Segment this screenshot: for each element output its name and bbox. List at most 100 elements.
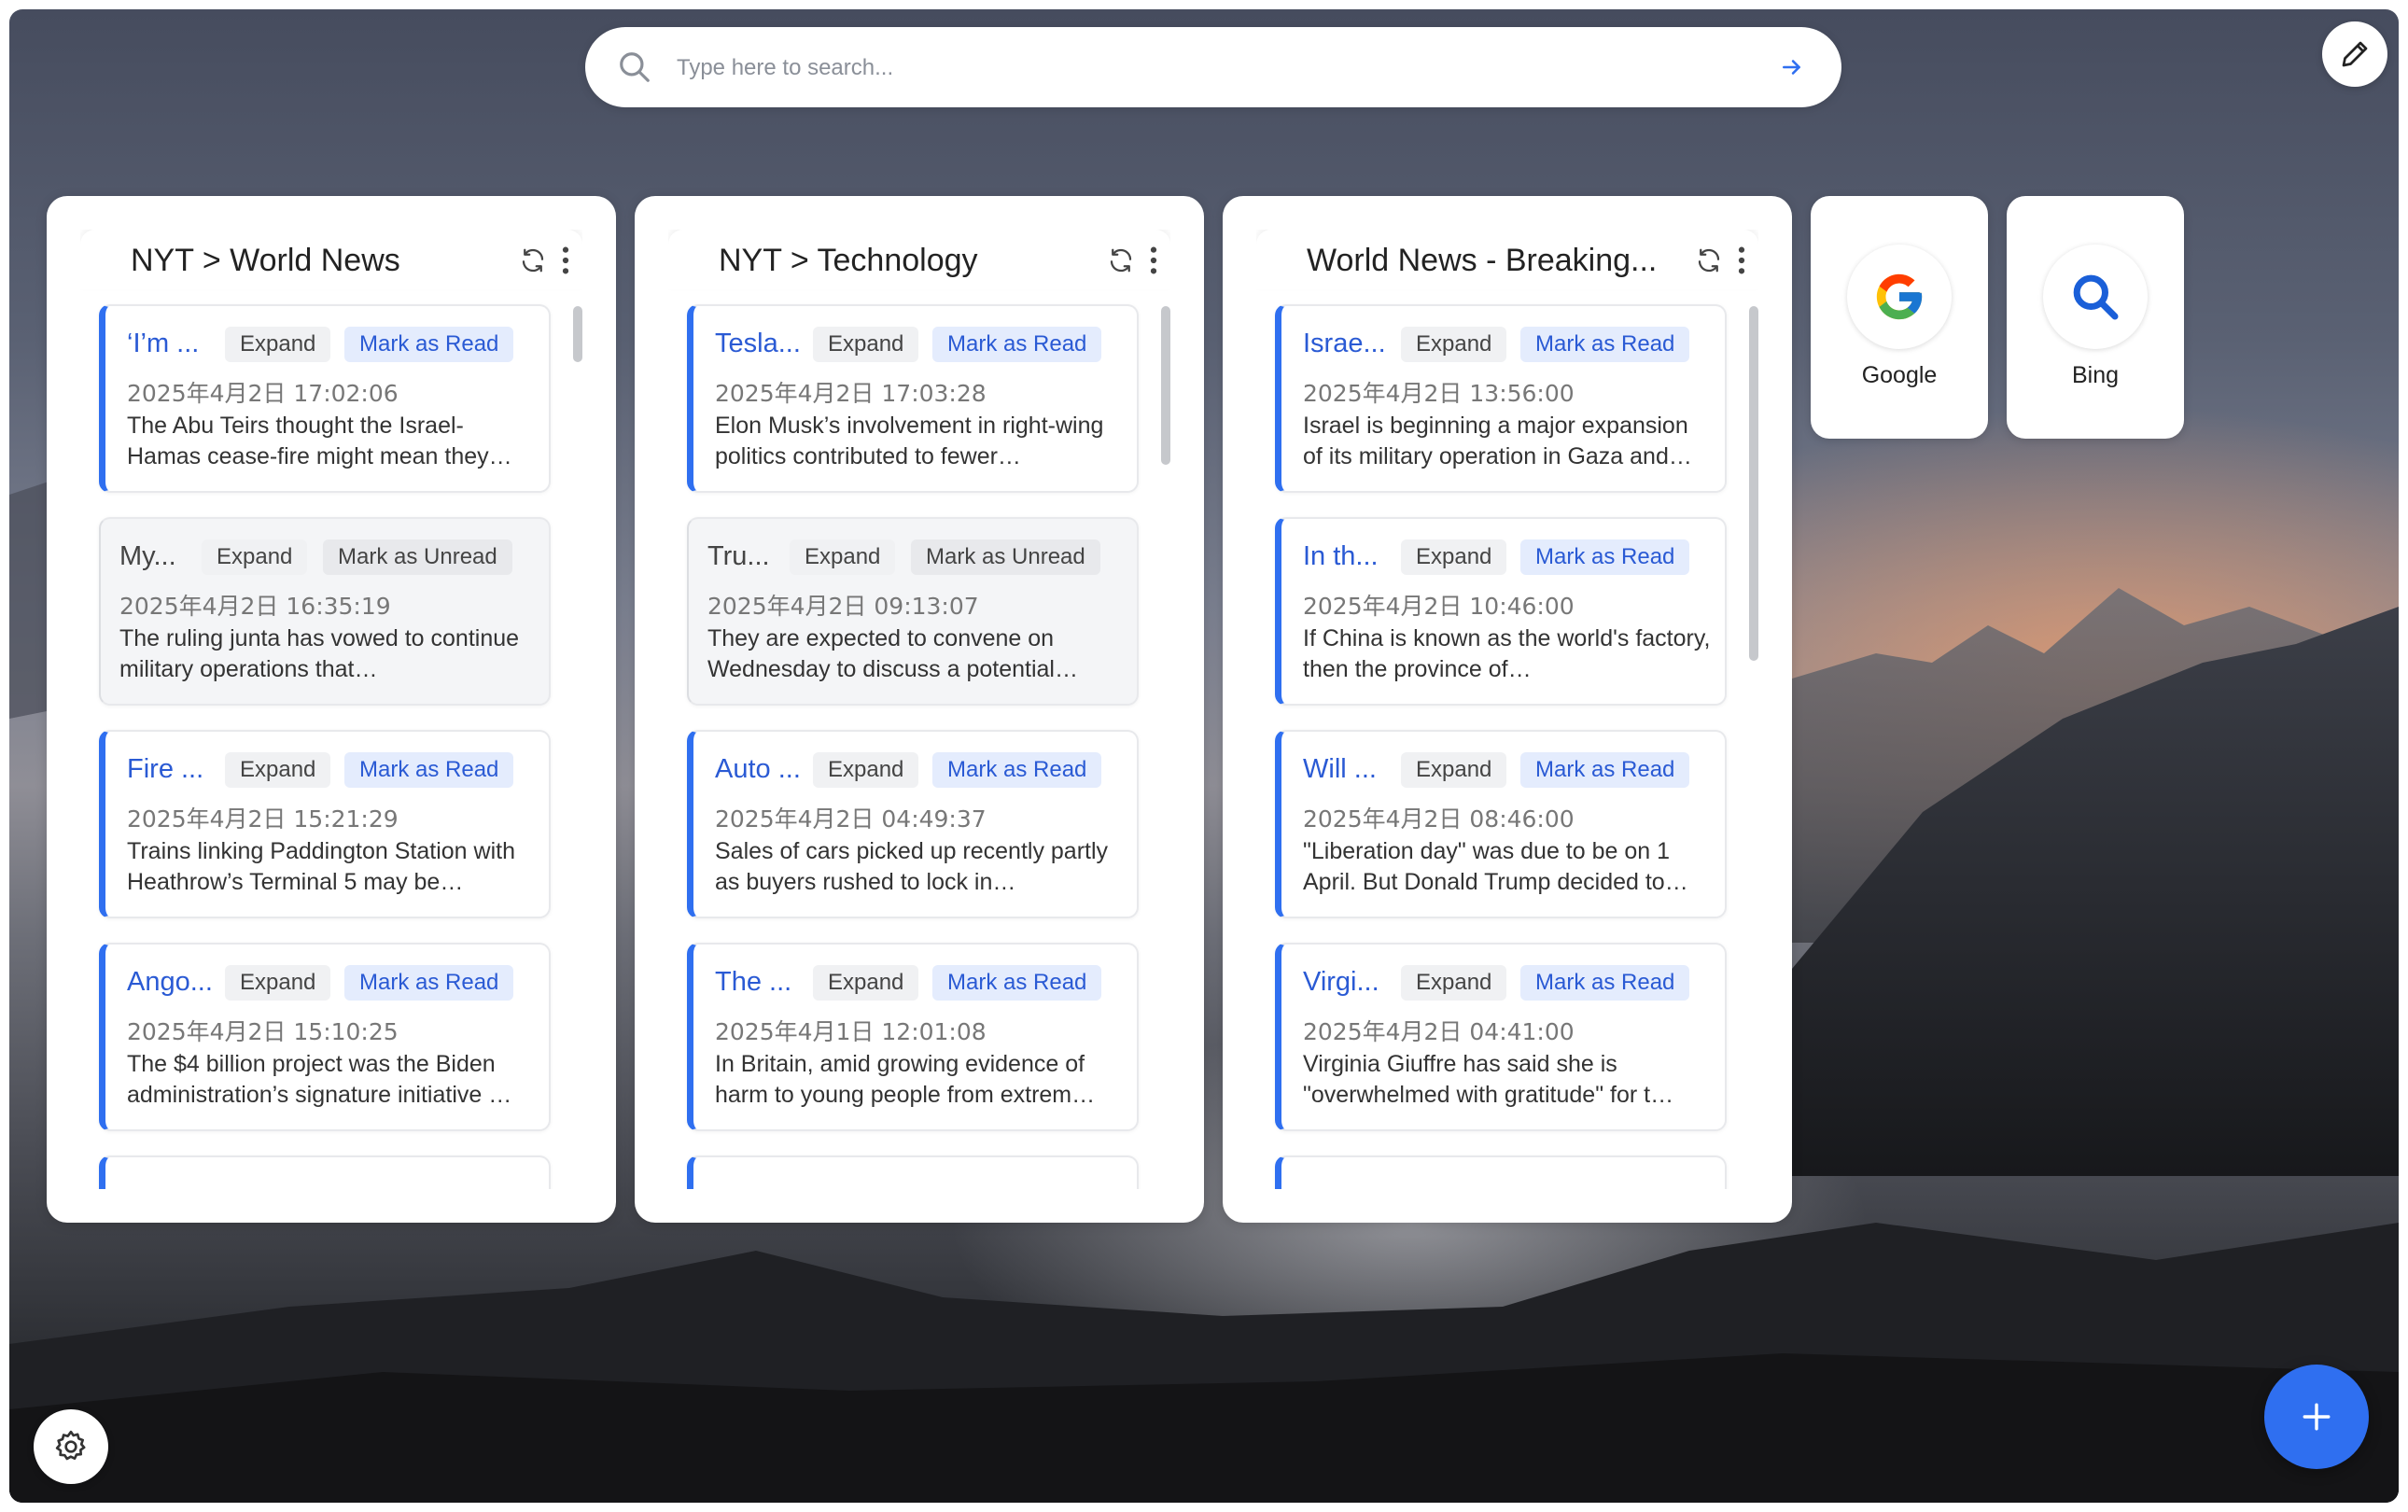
feed-title: NYT > World News [131,243,400,278]
feed-item-partial[interactable] [99,1155,551,1189]
expand-button[interactable]: Expand [813,752,919,788]
shortcut-google[interactable]: Google [1811,196,1988,439]
feed-item-title[interactable]: Tesla... [715,329,818,359]
mark-as-read-button[interactable]: Mark as Read [344,327,514,362]
feed-item[interactable]: The ... Expand Mark as Read 2025年4月1日 12:01… [687,943,1139,1131]
feed-item-partial[interactable] [1275,1155,1727,1189]
expand-button[interactable]: Expand [813,965,919,1001]
feed-scrollbar-thumb[interactable] [1161,306,1170,465]
feed-panel: NYT > World News ‘I’m ... Expand Mark as Re… [47,196,616,1223]
feed-item-date: 2025年4月2日 10:46:00 [1303,593,1575,620]
search-input[interactable] [675,44,1705,92]
shortcut-bing[interactable]: Bing [2007,196,2184,439]
mark-as-read-button[interactable]: Mark as Read [1520,539,1690,575]
more-vertical-icon[interactable] [558,245,573,276]
more-vertical-icon[interactable] [1146,245,1161,276]
bing-search-icon [2043,245,2148,349]
more-vertical-icon[interactable] [1734,245,1749,276]
feed-item-title[interactable]: The ... [715,967,818,998]
feed-item-date: 2025年4月2日 17:03:28 [715,380,987,407]
feed-item-description: Israel is beginning a major expansion of… [1303,413,1692,469]
refresh-icon[interactable] [1695,246,1723,274]
expand-button[interactable]: Expand [813,327,919,362]
feed-item-date: 2025年4月2日 04:41:00 [1303,1018,1575,1045]
expand-button[interactable]: Expand [202,539,308,575]
feed-item-date: 2025年4月2日 16:35:19 [119,593,391,620]
expand-button[interactable]: Expand [225,752,331,788]
feed-panel-header: NYT > World News [80,230,582,289]
feed-panel-body: NYT > World News ‘I’m ... Expand Mark as Re… [80,230,582,1189]
feed-item-title[interactable]: Ango... [127,967,230,998]
feed-item[interactable]: My... Expand Mark as Unread 2025年4月2日 16:35… [99,517,551,706]
mark-as-read-button[interactable]: Mark as Read [932,965,1102,1001]
feed-title: NYT > Technology [719,243,978,278]
expand-button[interactable]: Expand [790,539,896,575]
expand-button[interactable]: Expand [1401,327,1507,362]
mark-as-unread-button[interactable]: Mark as Unread [911,539,1100,575]
mark-as-read-button[interactable]: Mark as Read [1520,965,1690,1001]
add-button[interactable] [2264,1365,2369,1469]
expand-button[interactable]: Expand [1401,965,1507,1001]
feed-item-description: The Abu Teirs thought the Israel-Hamas c… [127,413,512,469]
mark-as-read-button[interactable]: Mark as Read [344,965,514,1001]
app-window: NYT > World News‘I’m ...ExpandMark as Re… [9,9,2399,1503]
feed-item[interactable]: Fire ... Expand Mark as Read 2025年4月2日 15:2… [99,730,551,918]
feed-item-description: Virginia Giuffre has said she is "overwh… [1303,1051,1674,1108]
feed-item-description: In Britain, amid growing evidence of har… [715,1051,1096,1108]
plus-icon [2303,1403,2331,1431]
search-icon [620,52,650,82]
feed-item-description: "Liberation day" was due to be on 1 Apri… [1303,838,1688,895]
feed-item[interactable]: Auto ... Expand Mark as Read 2025年4月2日 04:4… [687,730,1139,918]
feed-panel-header: NYT > Technology [668,230,1170,289]
feed-item-title[interactable]: Fire ... [127,754,230,785]
feed-item-title[interactable]: Will ... [1303,754,1406,785]
pencil-icon [2342,41,2368,67]
feed-item-date: 2025年4月2日 17:02:06 [127,380,399,407]
feed-item-date: 2025年4月1日 12:01:08 [715,1018,987,1045]
feed-item[interactable]: Israe... Expand Mark as Read 2025年4月2日 13:5… [1275,304,1727,493]
feed-item-title[interactable]: Virgi... [1303,967,1406,998]
feed-scrollbar[interactable] [573,306,582,1189]
feed-item[interactable]: In th... Expand Mark as Read 2025年4月2日 10:4… [1275,517,1727,706]
shortcut-label: Google [1861,362,1938,388]
feed-panel-header: World News - Breaking... [1256,230,1758,289]
mark-as-read-button[interactable]: Mark as Read [344,752,514,788]
mark-as-unread-button[interactable]: Mark as Unread [323,539,512,575]
refresh-icon[interactable] [519,246,547,274]
feed-item[interactable]: Ango... Expand Mark as Read 2025年4月2日 15:10… [99,943,551,1131]
feed-scrollbar[interactable] [1161,306,1170,1189]
feed-item-partial[interactable] [687,1155,1139,1189]
refresh-icon[interactable] [1107,246,1135,274]
feed-item-title[interactable]: ‘I’m ... [127,329,230,359]
feed-scrollbar-thumb[interactable] [1749,306,1758,661]
google-icon [1847,245,1952,349]
feed-scrollbar[interactable] [1749,306,1758,1189]
search-submit-arrow-icon[interactable] [1780,55,1804,79]
feed-item-title[interactable]: Auto ... [715,754,818,785]
mark-as-read-button[interactable]: Mark as Read [932,752,1102,788]
feed-item[interactable]: Tesla... Expand Mark as Read 2025年4月2日 17:0… [687,304,1139,493]
mark-as-read-button[interactable]: Mark as Read [1520,327,1690,362]
feed-item-title[interactable]: In th... [1303,541,1406,572]
expand-button[interactable]: Expand [225,327,331,362]
edit-button[interactable] [2322,21,2387,87]
feed-item-description: Sales of cars picked up recently partly … [715,838,1109,895]
feed-item-title[interactable]: Israe... [1303,329,1406,359]
mark-as-read-button[interactable]: Mark as Read [932,327,1102,362]
settings-button[interactable] [34,1409,108,1484]
feed-item[interactable]: Will ... Expand Mark as Read 2025年4月2日 08:4… [1275,730,1727,918]
feed-item-date: 2025年4月2日 09:13:07 [707,593,979,620]
feed-scrollbar-thumb[interactable] [573,306,582,362]
feed-item[interactable]: Virgi... Expand Mark as Read 2025年4月2日 04:4… [1275,943,1727,1131]
feed-item[interactable]: Tru... Expand Mark as Unread 2025年4月2日 09:1… [687,517,1139,706]
feed-item[interactable]: ‘I’m ... Expand Mark as Read 2025年4月2日 17:0… [99,304,551,493]
feed-item-description: The $4 billion project was the Biden adm… [127,1051,512,1108]
mark-as-read-button[interactable]: Mark as Read [1520,752,1690,788]
feed-item-date: 2025年4月2日 08:46:00 [1303,805,1575,833]
expand-button[interactable]: Expand [225,965,331,1001]
feed-item-date: 2025年4月2日 04:49:37 [715,805,987,833]
search-bar [585,27,1841,107]
expand-button[interactable]: Expand [1401,539,1507,575]
feed-item-description: They are expected to convene on Wednesda… [707,625,1078,682]
expand-button[interactable]: Expand [1401,752,1507,788]
